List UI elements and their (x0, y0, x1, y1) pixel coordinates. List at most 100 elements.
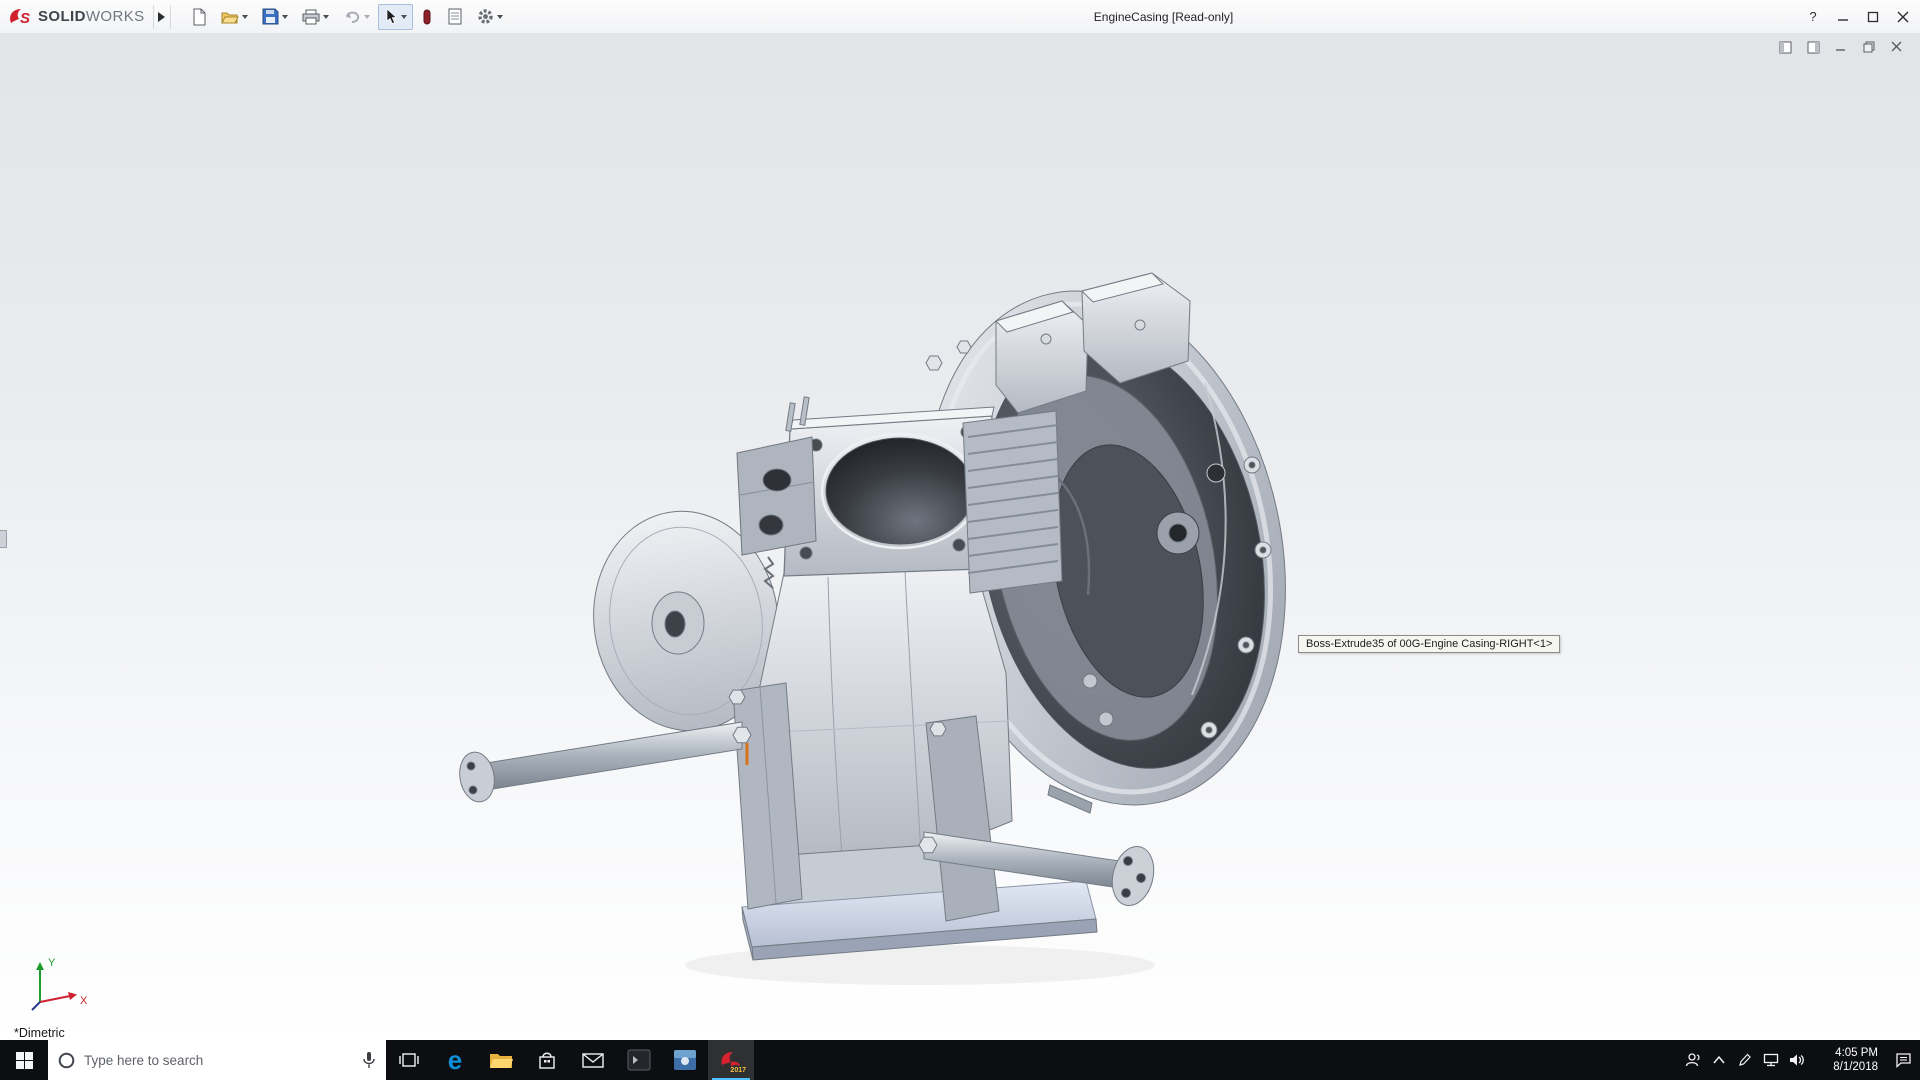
pane-right-icon (1807, 41, 1819, 53)
options-dropdown-caret[interactable] (496, 14, 503, 19)
taskbar-terminal-button[interactable] (616, 1040, 662, 1080)
people-button[interactable] (1680, 1040, 1706, 1080)
help-icon: ? (1809, 9, 1817, 24)
taskbar-solidworks-tools-button[interactable] (662, 1040, 708, 1080)
select-arrow-icon (386, 8, 397, 25)
doc-minimize-button[interactable] (1832, 39, 1850, 55)
maximize-button[interactable] (1858, 3, 1888, 31)
maximize-icon (1867, 11, 1879, 22)
doc-restore-icon (1863, 41, 1875, 53)
open-folder-icon (220, 12, 239, 23)
taskbar-edge-button[interactable]: e (432, 1040, 478, 1080)
y-axis-label: Y (48, 957, 56, 969)
close-icon (1897, 11, 1909, 22)
undo-dropdown-caret (363, 14, 370, 19)
print-dropdown-caret[interactable] (322, 14, 329, 19)
solidworks-logo: S SOLIDWORKS (0, 0, 153, 33)
new-document-button[interactable] (185, 4, 213, 30)
model-geometry[interactable] (456, 257, 1331, 961)
mail-envelope-icon (582, 1052, 604, 1068)
pane-toggle-right-button[interactable] (1804, 39, 1822, 55)
tray-overflow-button[interactable] (1706, 1040, 1732, 1080)
taskbar-clock[interactable]: 4:05 PM 8/1/2018 (1810, 1040, 1886, 1080)
y-axis-arrow-icon (36, 962, 44, 970)
quick-access-toolbar (185, 0, 509, 33)
solidworks-tools-icon (674, 1050, 696, 1070)
doc-close-icon (1891, 41, 1902, 52)
store-bag-icon (539, 1052, 555, 1069)
featuremanager-collapse-tab[interactable] (0, 530, 7, 548)
solidworks-window: S SOLIDWORKS EngineCasing [Read-only] ? … (0, 0, 1920, 1080)
windows-logo-icon (15, 1051, 33, 1069)
search-input[interactable] (84, 1052, 353, 1068)
design-library-button[interactable] (441, 4, 469, 30)
action-center-button[interactable] (1886, 1040, 1920, 1080)
undo-arrow-icon (345, 11, 359, 23)
view-orientation-label: *Dimetric (14, 1026, 65, 1040)
doc-restore-button[interactable] (1860, 39, 1878, 55)
title-bar: S SOLIDWORKS EngineCasing [Read-only] ? (0, 0, 1920, 33)
cylinder-flange[interactable] (783, 396, 995, 577)
volume-button[interactable] (1784, 1040, 1810, 1080)
solidworks-version-badge: 2017 (730, 1067, 746, 1074)
windows-taskbar: e (0, 1040, 1920, 1080)
menu-flyout-button[interactable] (152, 4, 171, 29)
save-dropdown-caret[interactable] (281, 14, 288, 19)
new-document-icon (193, 8, 206, 25)
open-dropdown-caret[interactable] (241, 14, 248, 19)
window-controls: ? (1798, 0, 1918, 33)
taskbar-search[interactable] (48, 1040, 386, 1080)
windows-ink-button[interactable] (1732, 1040, 1758, 1080)
mount-rod-left[interactable] (456, 721, 752, 805)
pane-left-icon (1779, 41, 1791, 53)
save-floppy-icon (262, 8, 279, 25)
taskbar-mail-button[interactable] (570, 1040, 616, 1080)
task-view-button[interactable] (386, 1040, 432, 1080)
graphics-area[interactable]: Boss-Extrude35 of 00G-Engine Casing-RIGH… (0, 33, 1920, 1040)
network-button[interactable] (1758, 1040, 1784, 1080)
system-tray: 4:05 PM 8/1/2018 (1680, 1040, 1920, 1080)
help-button[interactable]: ? (1798, 3, 1828, 31)
chevron-up-icon (1713, 1055, 1725, 1064)
task-view-icon (399, 1053, 419, 1067)
taskbar-store-button[interactable] (524, 1040, 570, 1080)
print-icon (302, 9, 320, 24)
document-title: EngineCasing [Read-only] (1093, 9, 1234, 24)
clock-time: 4:05 PM (1835, 1047, 1878, 1059)
svg-text:S: S (20, 10, 30, 27)
solidworks-2017-tile: 2017 (716, 1045, 746, 1075)
engine-casing-model[interactable] (0, 33, 1920, 1040)
microphone-icon[interactable] (362, 1051, 376, 1069)
people-icon (1685, 1053, 1700, 1067)
taskbar-solidworks-2017-button[interactable]: 2017 (708, 1040, 754, 1080)
file-explorer-icon (490, 1054, 513, 1068)
pen-icon (1739, 1053, 1751, 1066)
ds-logo-icon: S (10, 8, 30, 27)
x-axis-label: X (80, 995, 88, 1007)
instant3d-toggle-button[interactable] (415, 4, 439, 30)
z-axis-icon (31, 1001, 41, 1011)
undo-button[interactable] (337, 4, 376, 30)
gear-icon (477, 9, 493, 24)
select-dropdown-caret[interactable] (400, 14, 407, 19)
document-window-controls (1776, 39, 1906, 55)
x-axis-arrow-icon (68, 992, 77, 1000)
doc-close-button[interactable] (1888, 39, 1906, 55)
feature-tooltip: Boss-Extrude35 of 00G-Engine Casing-RIGH… (1298, 635, 1561, 653)
pane-toggle-left-button[interactable] (1776, 39, 1794, 55)
minimize-icon (1838, 18, 1848, 21)
options-button[interactable] (471, 4, 509, 30)
design-library-icon (448, 8, 462, 25)
select-tool-button[interactable] (377, 3, 413, 30)
save-button[interactable] (256, 4, 294, 30)
action-center-icon (1895, 1053, 1911, 1068)
clock-date: 8/1/2018 (1833, 1061, 1878, 1073)
instant3d-icon (423, 9, 431, 24)
start-button[interactable] (0, 1040, 48, 1080)
taskbar-file-explorer-button[interactable] (478, 1040, 524, 1080)
print-button[interactable] (296, 4, 335, 30)
minimize-button[interactable] (1828, 3, 1858, 31)
solidworks-wordmark: SOLIDWORKS (38, 8, 145, 25)
close-button[interactable] (1888, 3, 1918, 31)
open-button[interactable] (215, 4, 254, 30)
